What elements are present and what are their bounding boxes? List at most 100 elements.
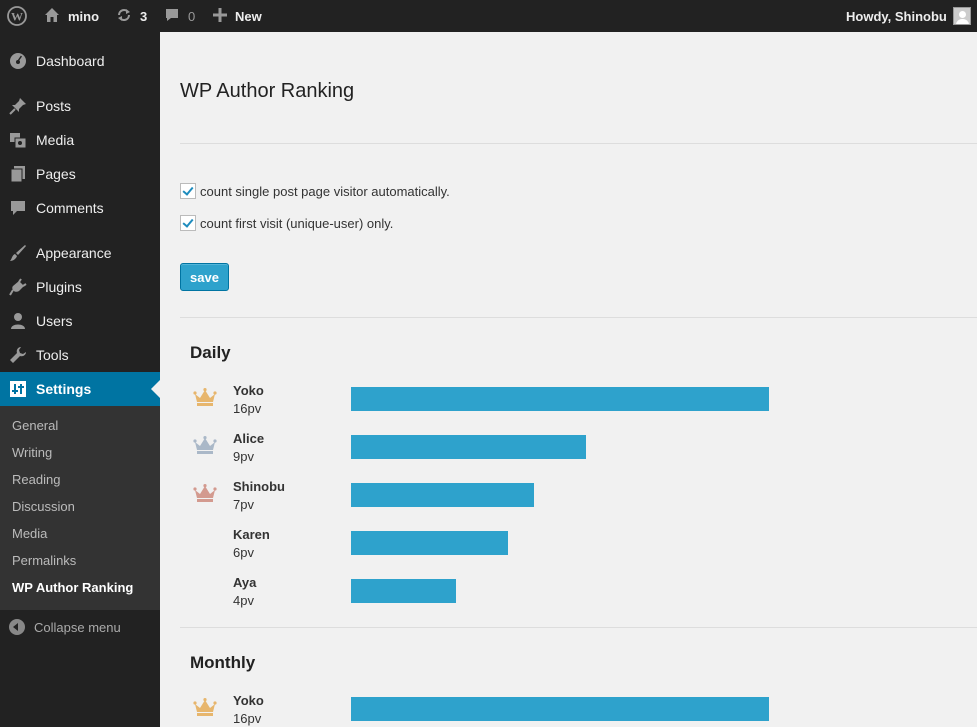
author-name: Shinobu	[233, 479, 285, 494]
submenu-discussion[interactable]: Discussion	[12, 497, 75, 517]
new-content-link[interactable]: New	[213, 0, 262, 32]
monthly-title: Monthly	[190, 653, 256, 672]
divider	[180, 143, 977, 144]
menu-label: Dashboard	[36, 53, 105, 69]
unique-checkbox[interactable]	[180, 215, 196, 231]
plus-icon	[213, 7, 227, 25]
menu-label: Settings	[36, 381, 92, 397]
collapse-menu-button[interactable]: Collapse menu	[0, 616, 160, 638]
wrench-icon	[0, 346, 36, 364]
menu-tools[interactable]: Tools	[0, 338, 160, 372]
ranking-row: Yoko 16pv	[190, 692, 977, 727]
ranking-bar	[351, 531, 508, 555]
ranking-bar	[351, 483, 534, 507]
page-views: 16pv	[233, 711, 262, 726]
submenu-reading[interactable]: Reading	[12, 470, 60, 490]
menu-label: Tools	[36, 347, 69, 363]
save-button[interactable]: save	[180, 263, 229, 291]
page-views: 6pv	[233, 545, 254, 560]
account-menu[interactable]: Howdy, Shinobu	[846, 0, 971, 32]
pages-icon	[0, 165, 36, 183]
option-auto-count[interactable]: count single post page visitor automatic…	[180, 183, 450, 199]
page-views: 7pv	[233, 497, 254, 512]
avatar	[952, 7, 971, 25]
submenu-general[interactable]: General	[12, 416, 58, 436]
menu-dashboard[interactable]: Dashboard	[0, 44, 160, 78]
menu-comments[interactable]: Comments	[0, 191, 160, 225]
ranking-row: Alice 9pv	[190, 430, 977, 466]
updates-count: 3	[140, 8, 148, 24]
gold-crown-icon	[193, 388, 217, 406]
ranking-bar	[351, 697, 769, 721]
new-label: New	[235, 8, 262, 24]
menu-pages[interactable]: Pages	[0, 157, 160, 191]
comments-count: 0	[188, 8, 196, 24]
comment-icon	[164, 7, 180, 26]
plug-icon	[0, 278, 36, 296]
option-unique[interactable]: count first visit (unique-user) only.	[180, 215, 393, 231]
bronze-crown-icon	[193, 484, 217, 502]
silver-crown-icon	[193, 436, 217, 454]
submenu-media[interactable]: Media	[12, 524, 47, 544]
dashboard-icon	[0, 52, 36, 70]
admin-sidebar: Dashboard Posts Media Pages Comments App…	[0, 32, 160, 727]
media-icon	[0, 131, 36, 149]
menu-label: Plugins	[36, 279, 82, 295]
page-title: WP Author Ranking	[180, 80, 355, 102]
wordpress-logo-icon[interactable]: W	[7, 0, 27, 32]
menu-media[interactable]: Media	[0, 123, 160, 157]
user-icon	[0, 312, 36, 330]
site-name: mino	[68, 8, 100, 24]
daily-title: Daily	[190, 343, 231, 362]
ranking-row: Karen 6pv	[190, 526, 977, 562]
home-icon	[44, 7, 60, 26]
submenu-permalinks[interactable]: Permalinks	[12, 551, 76, 571]
auto-count-checkbox[interactable]	[180, 183, 196, 199]
menu-label: Posts	[36, 98, 72, 114]
main-content: WP Author Ranking count single post page…	[160, 32, 977, 727]
comment-icon	[0, 199, 36, 217]
menu-posts[interactable]: Posts	[0, 89, 160, 123]
brush-icon	[0, 244, 36, 262]
ranking-row: Aya 4pv	[190, 574, 977, 610]
collapse-arrow-icon	[9, 619, 25, 635]
divider	[180, 627, 977, 628]
menu-plugins[interactable]: Plugins	[0, 270, 160, 304]
ranking-row: Yoko 16pv	[190, 382, 977, 418]
divider	[180, 317, 977, 318]
gold-crown-icon	[193, 698, 217, 716]
updates-link[interactable]: 3	[116, 0, 147, 32]
option-label: count single post page visitor automatic…	[200, 183, 450, 199]
settings-icon	[0, 380, 36, 398]
menu-label: Pages	[36, 166, 76, 182]
author-name: Karen	[233, 527, 270, 542]
ranking-bar	[351, 435, 586, 459]
page-views: 4pv	[233, 593, 254, 608]
greeting: Howdy, Shinobu	[846, 8, 947, 24]
pin-icon	[0, 97, 36, 115]
menu-appearance[interactable]: Appearance	[0, 236, 160, 270]
author-name: Aya	[233, 575, 257, 590]
comments-link[interactable]: 0	[164, 0, 195, 32]
ranking-bar	[351, 579, 456, 603]
site-home-link[interactable]: mino	[44, 0, 99, 32]
ranking-row: Shinobu 7pv	[190, 478, 977, 514]
svg-text:W: W	[11, 10, 23, 24]
author-name: Alice	[233, 431, 265, 446]
menu-label: Users	[36, 313, 73, 329]
author-name: Yoko	[233, 383, 264, 398]
menu-settings[interactable]: Settings	[0, 372, 160, 406]
updates-icon	[116, 7, 132, 26]
submenu-writing[interactable]: Writing	[12, 443, 52, 463]
page-views: 16pv	[233, 401, 262, 416]
menu-label: Media	[36, 132, 75, 148]
author-name: Yoko	[233, 693, 264, 708]
ranking-bar	[351, 387, 769, 411]
page-views: 9pv	[233, 449, 254, 464]
menu-users[interactable]: Users	[0, 304, 160, 338]
option-label: count first visit (unique-user) only.	[200, 215, 394, 231]
menu-label: Appearance	[36, 245, 112, 261]
admin-bar: W mino 3 0 New Howdy, Shinobu	[0, 0, 977, 32]
collapse-label: Collapse menu	[34, 619, 121, 635]
submenu-wp-author-ranking[interactable]: WP Author Ranking	[12, 578, 133, 598]
